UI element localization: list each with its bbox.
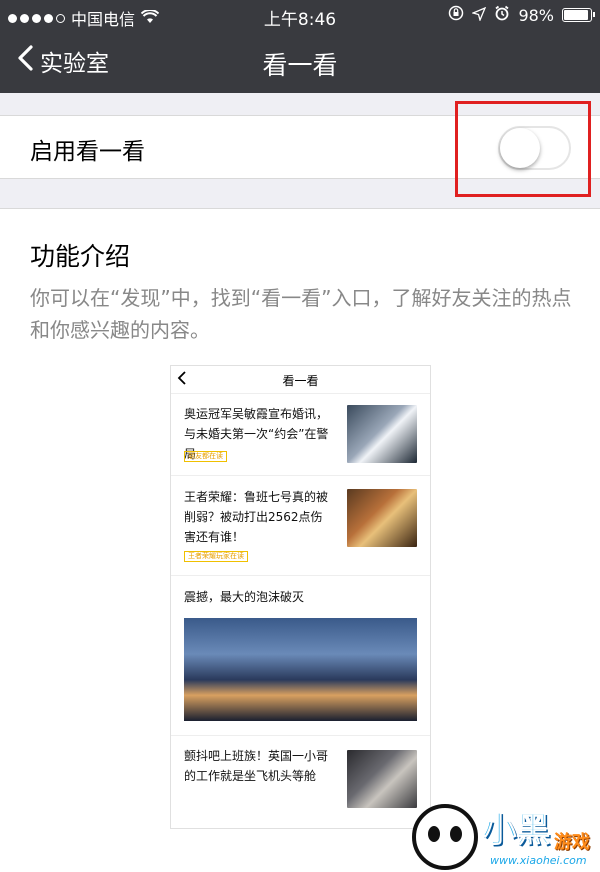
preview-screenshot: 看一看 奥运冠军吴敏霞宣布婚讯，与未婚夫第一次“约会”在警局 朋友都在读 王者荣… xyxy=(170,365,431,829)
preview-item-text: 王者荣耀：鲁班七号真的被削弱？被动打出2562点伤害还有谁！ xyxy=(184,490,329,544)
nav-bar: 实验室 看一看 xyxy=(0,30,600,93)
highlight-box xyxy=(455,101,591,197)
preview-item-thumbnail xyxy=(347,489,417,547)
preview-item-text: 震撼，最大的泡沫破灭 xyxy=(184,590,305,604)
preview-item-thumbnail xyxy=(347,750,417,808)
status-right: 98% xyxy=(448,5,595,25)
preview-item-image xyxy=(184,618,417,721)
preview-list-item: 王者荣耀：鲁班七号真的被削弱？被动打出2562点伤害还有谁！ 王者荣耀玩家在读 xyxy=(171,476,430,576)
battery-icon xyxy=(562,8,595,22)
watermark-logo: 小黑 游戏 www.xiaohei.com xyxy=(412,800,600,872)
alarm-icon xyxy=(494,5,510,25)
intro-heading: 功能介绍 xyxy=(30,242,131,271)
battery-percent: 98% xyxy=(518,5,554,25)
preview-list-item: 颤抖吧上班族！英国一小哥的工作就是坐飞机头等舱 xyxy=(171,736,430,828)
preview-item-text: 颤抖吧上班族！英国一小哥的工作就是坐飞机头等舱 xyxy=(184,749,329,783)
panda-icon xyxy=(412,804,478,870)
preview-header: 看一看 xyxy=(171,366,430,394)
preview-item-tag: 王者荣耀玩家在读 xyxy=(184,551,248,562)
preview-title: 看一看 xyxy=(282,374,319,388)
rotation-lock-icon xyxy=(448,5,464,25)
location-icon xyxy=(471,6,487,25)
watermark-sub: 游戏 xyxy=(554,832,590,853)
watermark-name: 小黑 xyxy=(482,810,551,851)
preview-item-thumbnail xyxy=(347,405,417,463)
watermark-url: www.xiaohei.com xyxy=(490,854,587,867)
page-title: 看一看 xyxy=(262,51,338,80)
status-bar: 中国电信 上午8:46 98% xyxy=(0,0,600,30)
enable-setting-label: 启用看一看 xyxy=(30,139,145,165)
intro-description: 你可以在“发现”中，找到“看一看”入口，了解好友关注的热点和你感兴趣的内容。 xyxy=(30,286,572,342)
preview-item-tag: 朋友都在读 xyxy=(184,451,227,462)
preview-list-item: 奥运冠军吴敏霞宣布婚讯，与未婚夫第一次“约会”在警局 朋友都在读 xyxy=(171,394,430,476)
